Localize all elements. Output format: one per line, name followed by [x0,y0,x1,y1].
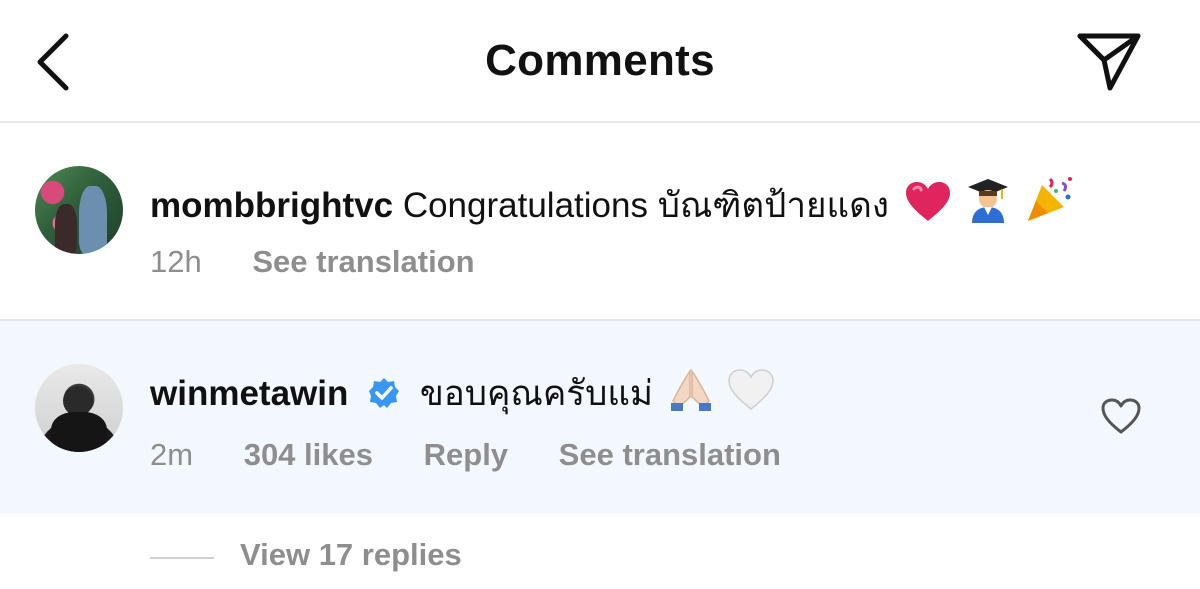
graduate-icon [966,177,1010,232]
comment-time: 2m [150,437,194,472]
see-translation-button[interactable]: See translation [559,437,781,472]
comment-text: Congratulations บัณฑิตป้ายแดง [402,186,889,225]
comment-time: 12h [150,244,202,279]
comment-username[interactable]: winmetawin [150,374,348,413]
comment-text: ขอบคุณครับแม่ [419,374,653,413]
comment-text-line: mombbrightvc Congratulations บัณฑิตป้ายแ… [150,175,1074,233]
view-replies-label: View 17 replies [240,537,462,572]
avatar[interactable] [35,166,123,254]
red-heart-icon [905,181,951,232]
comment-item: winmetawin ขอบคุณครับแม่ 2m 304 likes Re… [0,321,1200,514]
comment-username[interactable]: mombbrightvc [150,186,393,225]
avatar-figure [79,186,107,254]
comment-text-line: winmetawin ขอบคุณครับแม่ [150,366,775,421]
header-bar: Comments [0,0,1200,123]
replies-divider [150,557,214,559]
white-heart-icon [728,369,775,420]
avatar-figure [55,204,77,254]
share-button[interactable] [1076,30,1142,94]
verified-badge-icon [368,377,400,418]
party-popper-icon [1026,175,1074,232]
comment-item: mombbrightvc Congratulations บัณฑิตป้ายแ… [0,123,1200,321]
likes-count-button[interactable]: 304 likes [244,437,373,472]
reply-button[interactable]: Reply [424,437,508,472]
heart-outline-icon [1101,398,1141,434]
paper-plane-icon [1077,33,1141,91]
avatar-figure [51,412,107,452]
folded-hands-icon [669,367,713,420]
like-button[interactable] [1100,397,1142,435]
comment-meta: 2m 304 likes Reply See translation [150,437,823,473]
avatar[interactable] [35,364,123,452]
comment-meta: 12h See translation [150,244,517,280]
page-title: Comments [485,36,715,85]
see-translation-button[interactable]: See translation [252,244,474,279]
